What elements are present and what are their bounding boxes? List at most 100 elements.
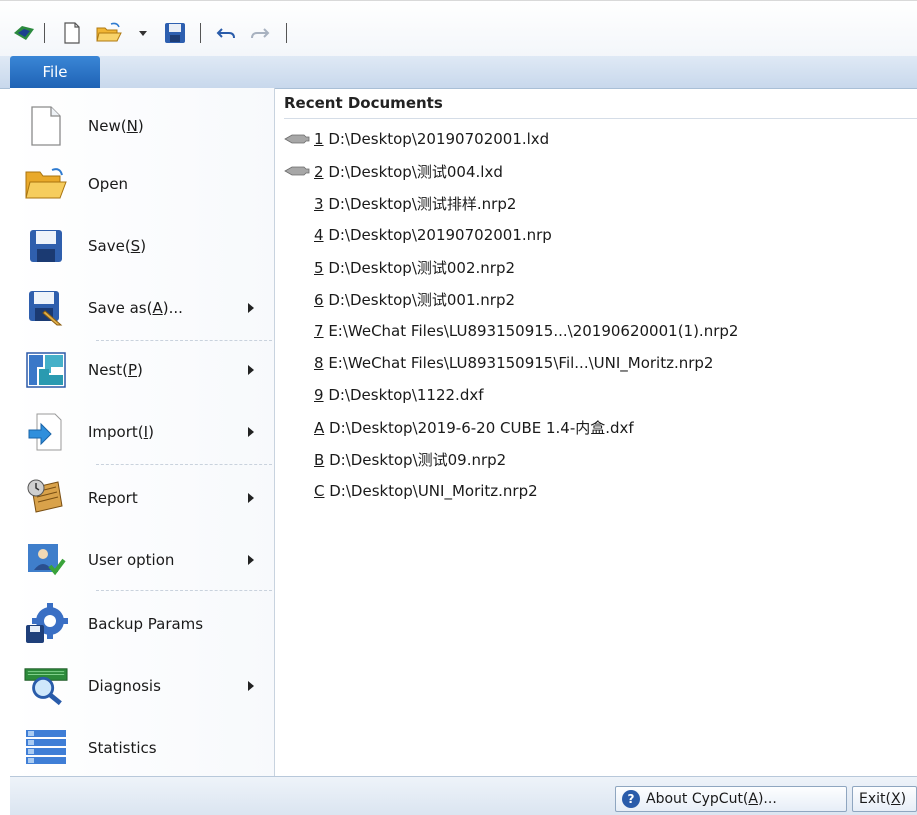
pin-icon[interactable] <box>284 132 310 146</box>
recent-document-item[interactable]: 5 D:\Desktop\测试002.nrp2 <box>284 254 904 280</box>
diagnosis-magnifier-icon <box>24 664 68 708</box>
recent-document-label: 6 D:\Desktop\测试001.nrp2 <box>314 289 515 310</box>
access-key: 1 <box>314 130 324 148</box>
recent-document-item[interactable]: 6 D:\Desktop\测试001.nrp2 <box>284 286 904 312</box>
new-document-icon[interactable] <box>60 21 84 45</box>
access-key: 3 <box>314 194 324 213</box>
recent-document-label: 7 E:\WeChat Files\LU893150915...\2019062… <box>314 322 738 340</box>
recent-document-item[interactable]: 9 D:\Desktop\1122.dxf <box>284 382 904 408</box>
menu-item-label: User option <box>88 551 175 569</box>
menu-item-label: Statistics <box>88 739 157 757</box>
save-as-icon <box>24 286 68 330</box>
user-option-icon <box>24 538 68 582</box>
recent-document-item[interactable]: 3 D:\Desktop\测试排样.nrp2 <box>284 190 904 216</box>
recent-document-item[interactable]: C D:\Desktop\UNI_Moritz.nrp2 <box>284 478 904 504</box>
recent-document-item[interactable]: 2 D:\Desktop\测试004.lxd <box>284 158 904 184</box>
menu-item-label: Save as(A)... <box>88 299 183 317</box>
about-button[interactable]: ? About CypCut(A)... <box>615 786 847 812</box>
recent-document-item[interactable]: 4 D:\Desktop\20190702001.nrp <box>284 222 904 248</box>
recent-document-label: 1 D:\Desktop\20190702001.lxd <box>314 130 549 148</box>
access-key: 8 <box>314 354 324 372</box>
menu-item-save[interactable]: Save(S) <box>10 218 274 274</box>
access-key: 5 <box>314 258 324 277</box>
menu-item-label: New(N) <box>88 117 144 135</box>
save-disk-icon <box>24 224 68 268</box>
submenu-arrow-icon <box>248 365 254 375</box>
menu-item-label: Diagnosis <box>88 677 161 695</box>
recent-document-label: B D:\Desktop\测试09.nrp2 <box>314 449 506 470</box>
recent-documents-title: Recent Documents <box>284 94 443 112</box>
recent-document-item[interactable]: 7 E:\WeChat Files\LU893150915...\2019062… <box>284 318 904 344</box>
menu-item-label: Backup Params <box>88 615 204 633</box>
file-tab[interactable]: File <box>10 56 100 88</box>
recent-document-item[interactable]: B D:\Desktop\测试09.nrp2 <box>284 446 904 472</box>
menu-item-label: Nest(P) <box>88 361 143 379</box>
nest-icon <box>24 348 68 392</box>
backstage-footer: ? About CypCut(A)... Exit(X) <box>10 776 917 815</box>
save-disk-icon[interactable] <box>162 21 188 45</box>
recent-document-label: 3 D:\Desktop\测试排样.nrp2 <box>314 193 516 214</box>
recent-document-item[interactable]: 1 D:\Desktop\20190702001.lxd <box>284 126 904 152</box>
access-key: 6 <box>314 290 324 309</box>
menu-item-diagnosis[interactable]: Diagnosis <box>10 658 274 714</box>
submenu-arrow-icon <box>248 493 254 503</box>
recent-document-label: C D:\Desktop\UNI_Moritz.nrp2 <box>314 482 538 500</box>
import-icon <box>24 410 68 454</box>
menu-divider <box>96 464 272 465</box>
submenu-arrow-icon <box>248 427 254 437</box>
menu-item-import[interactable]: Import(I) <box>10 404 274 460</box>
menu-item-label: Report <box>88 489 138 507</box>
document-path: D:\Desktop\测试排样.nrp2 <box>323 194 517 213</box>
access-key: 2 <box>314 162 324 181</box>
access-key: B <box>314 450 325 469</box>
access-key: 9 <box>314 386 324 404</box>
menu-item-save-as[interactable]: Save as(A)... <box>10 280 274 336</box>
help-icon: ? <box>622 790 640 808</box>
document-path: D:\Desktop\20190702001.lxd <box>323 130 550 148</box>
recent-document-label: 8 E:\WeChat Files\LU893150915\Fil...\UNI… <box>314 354 713 372</box>
quick-access-toolbar <box>0 0 917 57</box>
recent-document-label: 4 D:\Desktop\20190702001.nrp <box>314 226 552 244</box>
redo-icon[interactable] <box>248 21 272 45</box>
recent-document-item[interactable]: 8 E:\WeChat Files\LU893150915\Fil...\UNI… <box>284 350 904 376</box>
document-path: D:\Desktop\测试001.nrp2 <box>323 290 516 309</box>
menu-item-nest[interactable]: Nest(P) <box>10 342 274 398</box>
recent-document-label: 2 D:\Desktop\测试004.lxd <box>314 161 503 182</box>
document-path: D:\Desktop\2019-6-20 CUBE 1.4-内盒.dxf <box>324 418 634 437</box>
open-folder-icon[interactable] <box>94 21 124 45</box>
recent-document-item[interactable]: A D:\Desktop\2019-6-20 CUBE 1.4-内盒.dxf <box>284 414 904 440</box>
menu-item-statistics[interactable]: Statistics <box>10 720 274 776</box>
menu-item-backup-params[interactable]: Backup Params <box>10 596 274 652</box>
menu-divider <box>96 590 272 591</box>
open-folder-icon <box>24 162 68 206</box>
document-path: E:\WeChat Files\LU893150915...\201906200… <box>323 322 739 340</box>
submenu-arrow-icon <box>248 555 254 565</box>
menu-item-label: Import(I) <box>88 423 154 441</box>
document-path: D:\Desktop\测试002.nrp2 <box>323 258 516 277</box>
menu-item-open[interactable]: Open <box>10 156 274 212</box>
backup-gear-icon <box>24 602 68 646</box>
recent-documents-divider <box>284 118 917 119</box>
document-path: D:\Desktop\20190702001.nrp <box>323 226 552 244</box>
exit-button[interactable]: Exit(X) <box>852 786 917 812</box>
access-key: A <box>314 418 325 437</box>
undo-icon[interactable] <box>214 21 238 45</box>
backstage-menu: New(N) Open Save(S) Save as(A)... Nest(P… <box>10 88 275 776</box>
access-key: 4 <box>314 226 324 244</box>
pin-icon[interactable] <box>284 164 310 178</box>
document-path: D:\Desktop\UNI_Moritz.nrp2 <box>324 482 538 500</box>
menu-item-new[interactable]: New(N) <box>10 98 274 154</box>
app-logo-icon[interactable] <box>10 21 38 45</box>
recent-document-label: A D:\Desktop\2019-6-20 CUBE 1.4-内盒.dxf <box>314 417 634 438</box>
statistics-list-icon <box>24 726 68 770</box>
submenu-arrow-icon <box>248 681 254 691</box>
menu-item-report[interactable]: Report <box>10 470 274 526</box>
report-scroll-icon <box>24 476 68 520</box>
menu-item-label: Save(S) <box>88 237 147 255</box>
ribbon-tab-strip: File <box>0 56 917 89</box>
dropdown-arrow-icon[interactable] <box>136 21 150 45</box>
recent-document-label: 5 D:\Desktop\测试002.nrp2 <box>314 257 515 278</box>
menu-divider <box>96 340 272 341</box>
menu-item-user-option[interactable]: User option <box>10 532 274 588</box>
access-key: C <box>314 482 325 500</box>
